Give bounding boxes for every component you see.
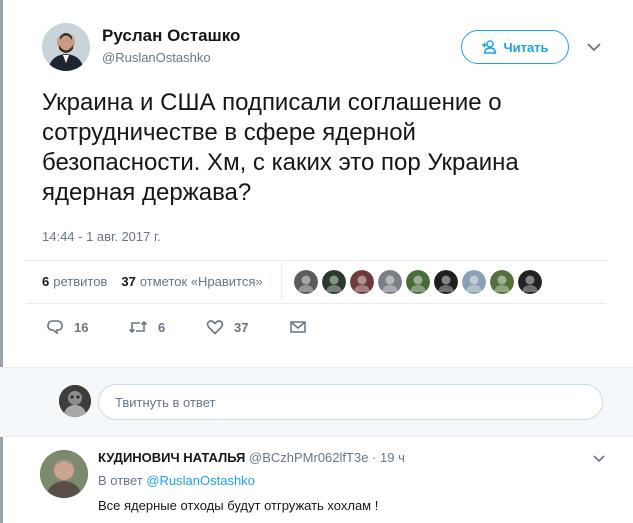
heart-icon: [206, 320, 224, 335]
likes-stat[interactable]: 37 отметок «Нравится»: [121, 274, 262, 289]
reply-input[interactable]: Твитнуть в ответ: [98, 384, 603, 420]
reply-tweet: КУДИНОВИЧ НАТАЛЬЯ @BCzhPMr062lfT3e · 19 …: [0, 438, 633, 523]
tweet-text-line: Украина и США подписали соглашение о: [42, 89, 502, 116]
reply-time[interactable]: 19 ч: [380, 450, 405, 465]
retweets-count: 6: [42, 274, 50, 289]
retweets-label: ретвитов: [53, 274, 108, 289]
author-name[interactable]: Руслан Осташко: [102, 26, 240, 46]
reply-author-photo-icon: [40, 450, 88, 498]
tweet-text-line: сотрудничестве в сфере ядерной: [42, 119, 416, 146]
user-avatar-4-icon[interactable]: [378, 270, 402, 294]
reply-button[interactable]: 16: [46, 319, 128, 335]
divider: [26, 260, 606, 261]
divider: [26, 303, 606, 304]
like-count: 37: [234, 319, 249, 335]
reply-author-avatar[interactable]: [40, 450, 88, 498]
user-avatar-6-icon[interactable]: [434, 270, 458, 294]
add-user-icon: [482, 40, 497, 54]
replying-to-prefix: В ответ: [98, 473, 143, 488]
author-avatar[interactable]: [42, 23, 90, 71]
like-button[interactable]: 37: [206, 319, 290, 335]
author-photo-icon: [42, 23, 90, 71]
follow-button-label: Читать: [503, 39, 549, 55]
likes-count: 37: [121, 274, 136, 289]
tweet-stats: 6 ретвитов 37 отметок «Нравится»: [42, 274, 263, 289]
tweet-text-line: безопасности. Хм, с каких это пор Украин…: [42, 149, 519, 176]
tweet-actions: 16 6 37: [46, 319, 306, 335]
tweet-timestamp[interactable]: 14:44 - 1 авг. 2017 г.: [42, 229, 161, 244]
reply-author-name[interactable]: КУДИНОВИЧ НАТАЛЬЯ: [98, 450, 245, 465]
reply-count: 16: [74, 319, 89, 335]
user-photo-icon: [59, 385, 91, 417]
retweet-count: 6: [158, 319, 166, 335]
user-avatar-8-icon[interactable]: [490, 270, 514, 294]
user-avatar-3-icon[interactable]: [350, 270, 374, 294]
reply-separator: ·: [372, 450, 377, 465]
tweet-header: Руслан Осташко @RuslanOstashko Читать: [0, 0, 633, 80]
reply-header: КУДИНОВИЧ НАТАЛЬЯ @BCzhPMr062lfT3e · 19 …: [98, 450, 405, 465]
stats-separator: [281, 263, 282, 299]
author-handle[interactable]: @RuslanOstashko: [102, 50, 211, 65]
reply-icon: [47, 320, 63, 335]
likers-avatars: [294, 270, 542, 294]
tweet-text-line: ядерная держава?: [42, 179, 252, 206]
chevron-down-icon[interactable]: [592, 454, 606, 464]
reply-composer: Твитнуть в ответ: [0, 367, 633, 437]
replying-to: В ответ @RuslanOstashko: [98, 473, 255, 488]
chevron-down-icon[interactable]: [585, 40, 603, 54]
likes-label: отметок «Нравится»: [139, 274, 263, 289]
user-avatar-7-icon[interactable]: [462, 270, 486, 294]
current-user-avatar: [59, 385, 91, 417]
reply-author-handle[interactable]: @BCzhPMr062lfT3e: [249, 450, 368, 465]
direct-message-button[interactable]: [290, 320, 306, 334]
replying-to-mention[interactable]: @RuslanOstashko: [146, 473, 255, 488]
user-avatar-2-icon[interactable]: [322, 270, 346, 294]
retweet-button[interactable]: 6: [128, 319, 206, 335]
retweets-stat[interactable]: 6 ретвитов: [42, 274, 107, 289]
retweet-icon: [128, 320, 148, 334]
follow-button[interactable]: Читать: [461, 30, 569, 64]
reply-text: Все ядерные отходы будут отгружать хохла…: [98, 498, 379, 513]
envelope-icon: [290, 321, 306, 333]
user-avatar-1-icon[interactable]: [294, 270, 318, 294]
user-avatar-9-icon[interactable]: [518, 270, 542, 294]
user-avatar-5-icon[interactable]: [406, 270, 430, 294]
tweet-text: Украина и США подписали соглашение о сот…: [42, 88, 602, 208]
